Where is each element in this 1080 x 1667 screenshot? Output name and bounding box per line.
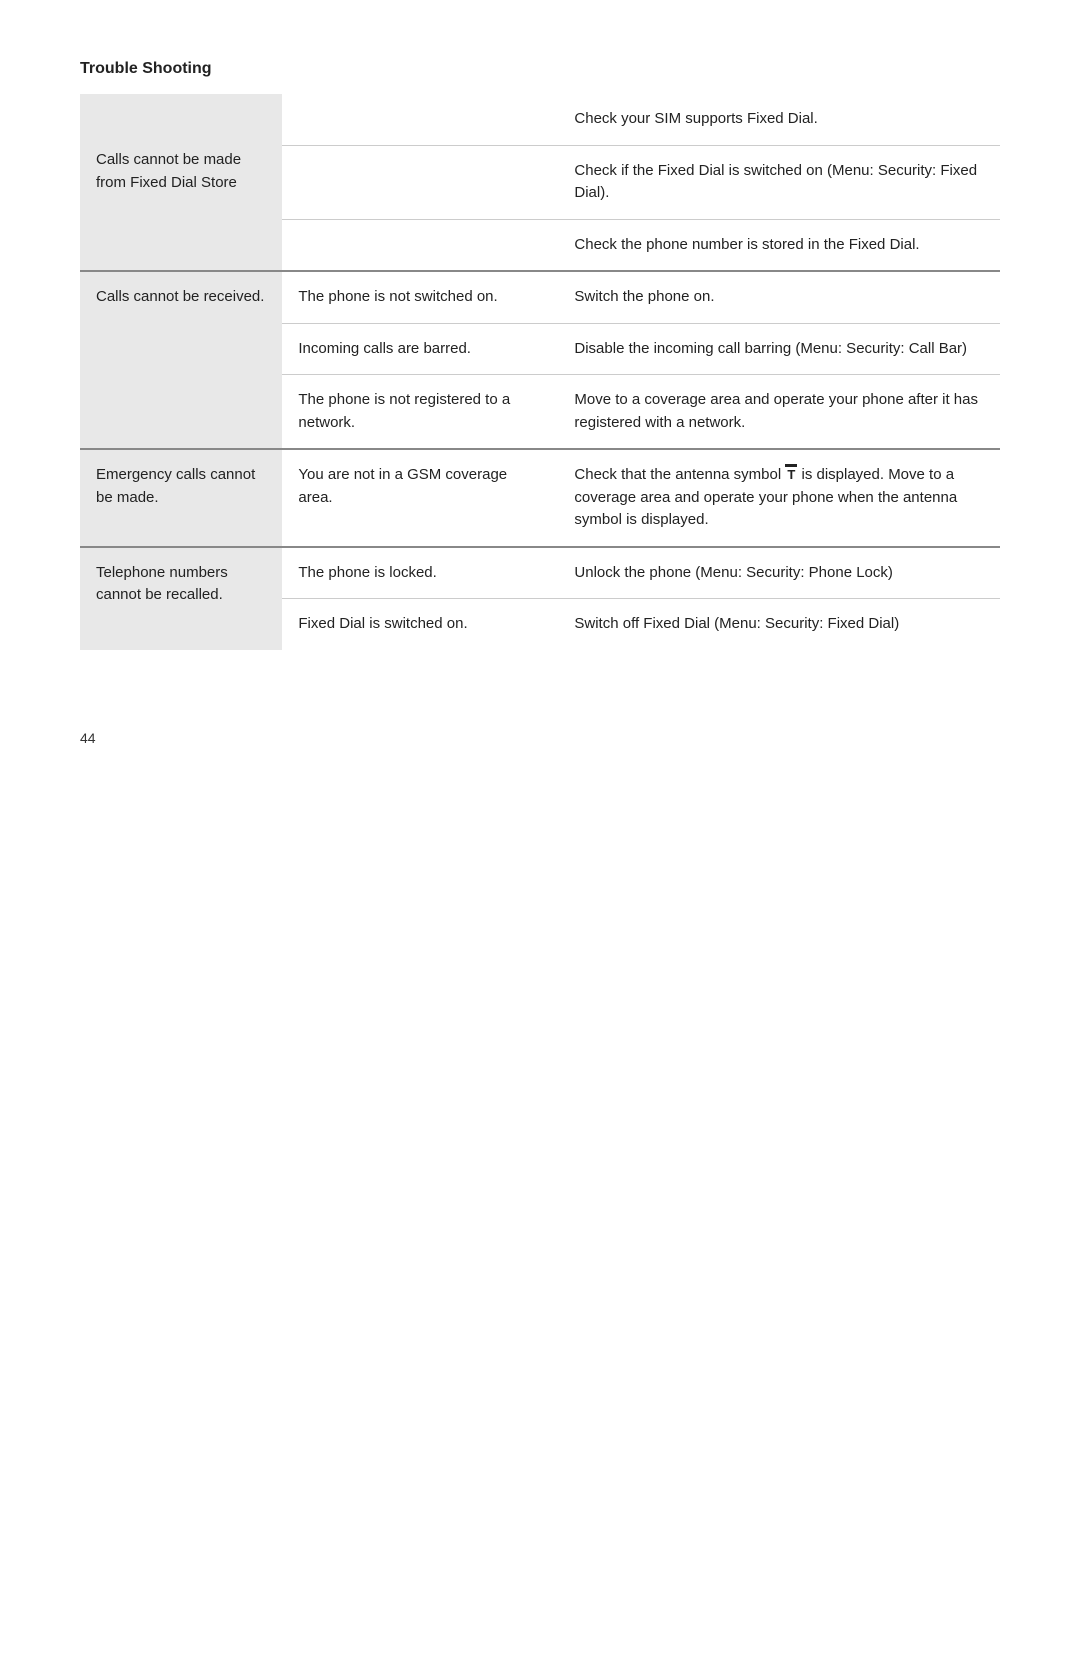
cause-label: You are not in a GSM coverage area. [298, 466, 507, 506]
trouble-shooting-table: Calls cannot be made from Fixed Dial Sto… [80, 94, 1000, 650]
solution-label: Check the phone number is stored in the … [574, 236, 919, 253]
table-row: Emergency calls cannot be made. You are … [80, 449, 1000, 547]
table-row: Calls cannot be received. The phone is n… [80, 271, 1000, 323]
problem-label: Telephone numbers cannot be recalled. [96, 564, 228, 604]
cause-label: The phone is locked. [298, 564, 436, 581]
table-row: Telephone numbers cannot be recalled. Th… [80, 547, 1000, 599]
page-number: 44 [80, 730, 1000, 746]
solution-label: Move to a coverage area and operate your… [574, 391, 978, 431]
antenna-symbol: T [785, 464, 797, 483]
solution-label: Switch the phone on. [574, 288, 714, 305]
table-row: Calls cannot be made from Fixed Dial Sto… [80, 94, 1000, 145]
solution-label: Check if the Fixed Dial is switched on (… [574, 162, 977, 202]
page-title: Trouble Shooting [80, 60, 1000, 78]
solution-label: Unlock the phone (Menu: Security: Phone … [574, 564, 893, 581]
problem-label: Calls cannot be made from Fixed Dial Sto… [96, 151, 241, 191]
solution-label: Switch off Fixed Dial (Menu: Security: F… [574, 615, 899, 632]
problem-label: Calls cannot be received. [96, 288, 264, 305]
cause-label: Incoming calls are barred. [298, 340, 471, 357]
solution-label: Disable the incoming call barring (Menu:… [574, 340, 967, 357]
cause-label: The phone is not switched on. [298, 288, 497, 305]
problem-label: Emergency calls cannot be made. [96, 466, 255, 506]
cause-label: Fixed Dial is switched on. [298, 615, 467, 632]
cause-label: The phone is not registered to a network… [298, 391, 510, 431]
solution-label: Check your SIM supports Fixed Dial. [574, 110, 817, 127]
solution-label: Check that the antenna symbol T is displ… [574, 466, 957, 528]
